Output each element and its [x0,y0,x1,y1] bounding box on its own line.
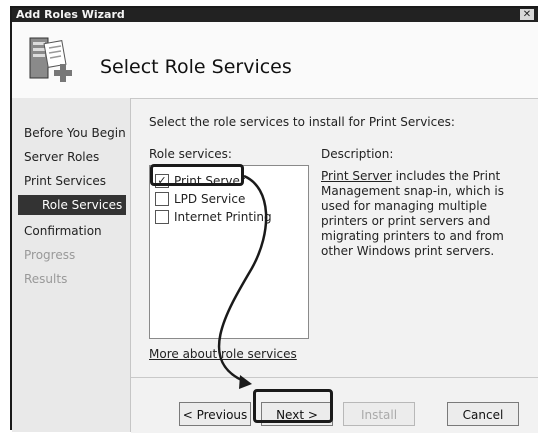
list-item-lpd-service[interactable]: LPD Service [155,190,245,208]
wizard-steps: Before You Begin Server Roles Print Serv… [12,98,131,432]
list-item-internet-printing[interactable]: Internet Printing [155,208,272,226]
description-text: Print Server includes the Print Manageme… [321,169,521,259]
step-progress: Progress [24,248,76,262]
role-services-label: Role services: [149,147,232,161]
lpd-service-label: LPD Service [174,192,246,206]
title-bar[interactable]: Add Roles Wizard ✕ [12,8,538,22]
next-button-highlight [253,389,333,423]
step-confirmation[interactable]: Confirmation [24,224,102,238]
step-role-services[interactable]: Role Services [18,195,126,215]
wizard-header: Select Role Services [12,22,538,99]
main-panel: Select the role services to install for … [131,99,538,377]
previous-button[interactable]: < Previous [179,402,251,426]
cancel-button[interactable]: Cancel [447,402,519,426]
step-before-you-begin[interactable]: Before You Begin [24,126,126,140]
wizard-window: Add Roles Wizard ✕ Select Role Services … [10,6,538,433]
step-results: Results [24,272,68,286]
page-title: Select Role Services [100,56,292,78]
step-server-roles[interactable]: Server Roles [24,150,99,164]
close-icon[interactable]: ✕ [520,9,534,20]
server-role-icon [29,37,72,82]
internet-printing-checkbox[interactable] [155,209,169,224]
print-server-highlight [150,164,244,186]
button-bar: < Previous Next > Install Cancel [131,377,538,433]
more-about-link[interactable]: More about role services [149,347,297,361]
install-button: Install [343,402,415,426]
role-services-list: ✓ Print Server LPD Service Internet Print… [149,165,309,339]
internet-printing-label: Internet Printing [174,210,272,224]
lpd-service-checkbox[interactable] [155,191,169,206]
instructions: Select the role services to install for … [149,115,455,129]
step-print-services[interactable]: Print Services [24,174,106,188]
description-link[interactable]: Print Server [321,169,392,183]
window-title: Add Roles Wizard [16,8,125,21]
description-label: Description: [321,147,394,161]
